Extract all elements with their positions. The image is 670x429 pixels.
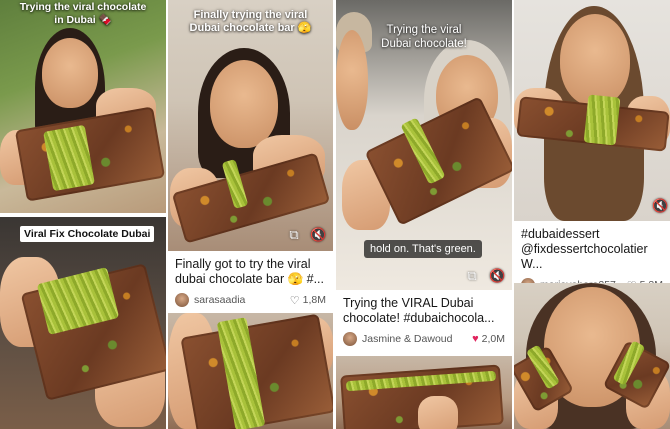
- video-tile[interactable]: Viral Fix Chocolate Dubai: [0, 217, 166, 429]
- avatar[interactable]: [343, 332, 357, 346]
- video-info-card[interactable]: Trying the VIRAL Dubai chocolate! #dubai…: [336, 290, 512, 354]
- video-info-card[interactable]: Finally got to try the viral dubai choco…: [168, 251, 333, 312]
- video-tile[interactable]: Trying the viral chocolate in Dubai 🍫: [0, 0, 166, 213]
- video-info-card[interactable]: #dubaidessert @fixdessertchocolatier W..…: [514, 221, 670, 292]
- video-description[interactable]: #dubaidessert @fixdessertchocolatier W..…: [521, 227, 663, 272]
- video-caption: Trying the viral Dubai chocolate!: [381, 24, 467, 50]
- pistachio-filling: [583, 94, 621, 146]
- column-1: Trying the viral chocolate in Dubai 🍫 Vi…: [0, 0, 166, 429]
- person-face: [560, 14, 630, 106]
- column-4: 🔇 #dubaidessert @fixdessertchocolatier W…: [514, 0, 670, 429]
- person-face: [42, 38, 98, 108]
- hand: [418, 396, 458, 429]
- video-description[interactable]: Trying the VIRAL Dubai chocolate! #dubai…: [343, 296, 505, 326]
- video-description[interactable]: Finally got to try the viral dubai choco…: [175, 257, 326, 287]
- video-tile[interactable]: [514, 283, 670, 429]
- column-2: Finally trying the viral Dubai chocolate…: [168, 0, 333, 429]
- author-name[interactable]: Jasmine & Dawoud: [362, 333, 452, 345]
- speaker-muted-icon[interactable]: 🔇: [652, 198, 668, 214]
- video-subtitle: hold on. That's green.: [364, 240, 482, 258]
- video-tile[interactable]: [168, 313, 333, 429]
- cc-icon[interactable]: ⧉: [464, 268, 480, 284]
- video-caption: Trying the viral chocolate in Dubai 🍫: [19, 1, 147, 26]
- heart-icon: ♥: [472, 333, 479, 345]
- video-tile[interactable]: 🔇: [514, 0, 670, 221]
- speaker-muted-icon[interactable]: 🔇: [310, 227, 326, 243]
- video-caption: Finally trying the viral Dubai chocolate…: [189, 9, 312, 35]
- avatar[interactable]: [175, 293, 189, 307]
- heart-icon: ♡: [289, 294, 300, 307]
- video-tile[interactable]: Trying the viral Dubai chocolate! hold o…: [336, 0, 512, 290]
- column-3: Trying the viral Dubai chocolate! hold o…: [336, 0, 512, 429]
- cc-icon[interactable]: ⧉: [286, 227, 302, 243]
- video-tile[interactable]: Finally trying the viral Dubai chocolate…: [168, 0, 333, 251]
- video-tile[interactable]: [336, 356, 512, 429]
- person-face: [210, 60, 278, 148]
- speaker-muted-icon[interactable]: 🔇: [489, 268, 505, 284]
- like-count: 2,0M: [481, 333, 505, 345]
- author-name[interactable]: sarasaadia: [194, 294, 245, 306]
- video-caption: Viral Fix Chocolate Dubai: [20, 226, 155, 242]
- like-count: 1,8M: [302, 294, 326, 306]
